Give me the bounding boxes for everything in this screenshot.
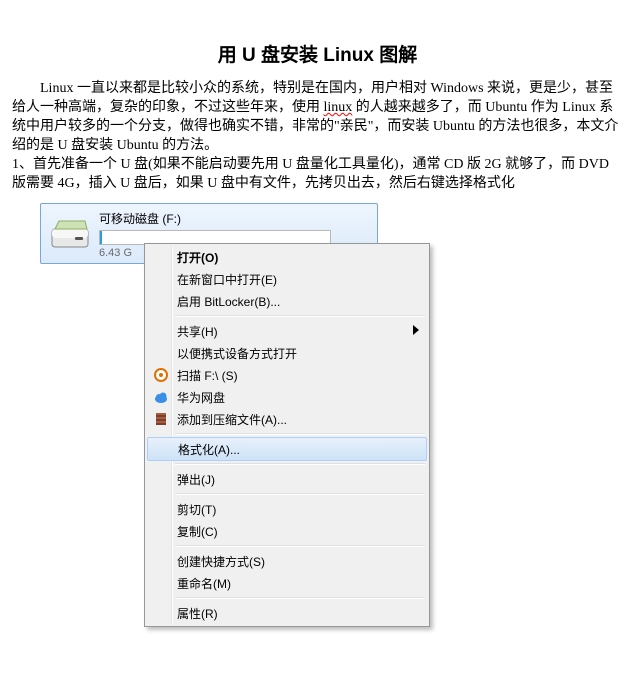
menu-separator [175,315,425,317]
linux-link[interactable]: linux [324,100,353,115]
menu-item[interactable]: 在新窗口中打开(E) [147,268,427,290]
menu-item-label: 启用 BitLocker(B)... [177,293,280,310]
context-menu: 打开(O) 在新窗口中打开(E) 启用 BitLocker(B)... 共享(H) 以便… [144,243,430,627]
menu-item[interactable]: 弹出(J) [147,468,427,490]
menu-separator [175,433,425,435]
menu-item[interactable]: 复制(C) [147,520,427,542]
menu-item-label: 剪切(T) [177,501,216,518]
menu-item[interactable]: 打开(O) [147,246,427,268]
archive-icon [152,410,170,428]
menu-item[interactable]: 剪切(T) [147,498,427,520]
menu-item[interactable]: 创建快捷方式(S) [147,550,427,572]
menu-item-label: 共享(H) [177,323,218,340]
menu-item-label: 弹出(J) [177,471,215,488]
menu-item-label: 扫描 F:\ (S) [177,367,238,384]
paragraph-2: 1、首先准备一个 U 盘(如果不能启动要先用 U 盘量化工具量化)，通常 CD … [12,155,623,193]
screenshot-figure: 可移动磁盘 (F:) 6.43 G 打开(O)在新窗口中打开(E)启用 BitL… [40,203,420,674]
menu-item-label: 属性(R) [177,605,218,622]
menu-item-label: 重命名(M) [177,575,231,592]
menu-separator [175,493,425,495]
menu-separator [175,545,425,547]
page-title: 用 U 盘安装 Linux 图解 [12,40,623,67]
menu-item[interactable]: 添加到压缩文件(A)... [147,408,427,430]
menu-item-label: 添加到压缩文件(A)... [177,411,287,428]
menu-item[interactable]: 以便携式设备方式打开 [147,342,427,364]
menu-item[interactable]: 属性(R) [147,602,427,624]
paragraph-1: Linux 一直以来都是比较小众的系统，特别是在国内，用户相对 Windows … [12,79,623,155]
menu-item[interactable]: 重命名(M) [147,572,427,594]
menu-item-label: 格式化(A)... [178,441,240,458]
submenu-arrow-icon [413,324,419,338]
menu-item[interactable]: 华为网盘 [147,386,427,408]
menu-item[interactable]: 扫描 F:\ (S) [147,364,427,386]
menu-item[interactable]: 格式化(A)... [147,437,427,461]
menu-item-label: 复制(C) [177,523,218,540]
menu-item-label: 以便携式设备方式打开 [177,345,297,362]
drive-name: 可移动磁盘 (F:) [99,210,369,227]
virus-scan-icon [152,366,170,384]
menu-separator [175,463,425,465]
menu-item[interactable]: 启用 BitLocker(B)... [147,290,427,312]
menu-item-label: 在新窗口中打开(E) [177,271,277,288]
cloud-icon [152,388,170,406]
removable-disk-icon [49,217,91,253]
menu-item[interactable]: 共享(H) [147,320,427,342]
menu-item-label: 打开(O) [177,249,218,266]
menu-item-label: 华为网盘 [177,389,225,406]
menu-item-label: 创建快捷方式(S) [177,553,265,570]
menu-separator [175,597,425,599]
